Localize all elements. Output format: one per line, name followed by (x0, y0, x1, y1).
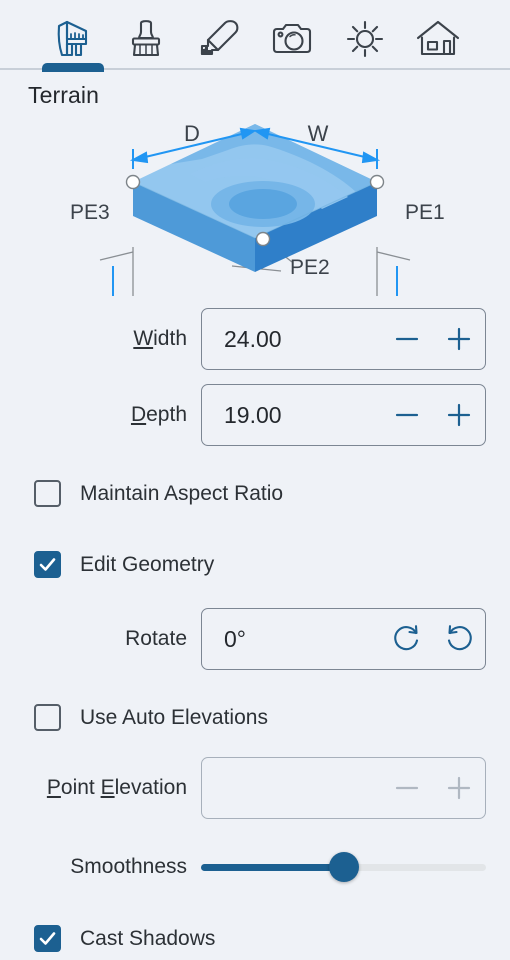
slider-thumb[interactable] (328, 852, 359, 882)
width-value[interactable]: 24.00 (202, 326, 381, 353)
smoothness-slider[interactable] (201, 847, 486, 887)
cast-shadows-checkbox-row[interactable]: Cast Shadows (0, 925, 510, 952)
width-spinbox[interactable]: 24.00 (201, 308, 486, 370)
maintain-aspect-ratio-checkbox[interactable] (34, 480, 61, 507)
rotate-cw-icon (391, 623, 423, 655)
edit-geometry-checkbox[interactable] (34, 551, 61, 578)
depth-decrement-button[interactable] (381, 385, 433, 445)
slider-fill (201, 863, 344, 871)
stamp-icon (125, 19, 167, 59)
cast-shadows-checkbox[interactable] (34, 925, 61, 952)
label-pe2: PE2 (290, 256, 330, 279)
active-tab-indicator (41, 63, 104, 72)
point-elevation-label: Point Elevation (46, 776, 187, 799)
tab-sun[interactable] (328, 8, 401, 70)
label-pe1: PE1 (405, 201, 445, 224)
point-elevation-row: Point Elevation (0, 757, 510, 819)
rotate-counterclockwise-button[interactable] (433, 609, 485, 669)
point-elevation-increment-button (433, 758, 485, 818)
smoothness-label: Smoothness (70, 855, 187, 878)
label-pe3: PE3 (70, 201, 110, 224)
depth-value[interactable]: 19.00 (202, 402, 381, 429)
tab-terrain[interactable] (36, 8, 109, 72)
label-width: W (308, 121, 329, 146)
house-icon (415, 19, 461, 59)
rotate-row: Rotate 0° (0, 608, 510, 670)
label-depth: D (184, 121, 200, 146)
tab-camera[interactable] (255, 8, 328, 70)
rotate-value[interactable]: 0° (202, 626, 381, 653)
rotate-ccw-icon (443, 623, 475, 655)
use-auto-elevations-checkbox-row[interactable]: Use Auto Elevations (0, 704, 510, 731)
width-increment-button[interactable] (433, 309, 485, 369)
width-label: Width (133, 327, 187, 350)
point-elevation-decrement-button (381, 758, 433, 818)
terrain-diagram: D W PE3 PE1 PE2 (0, 111, 510, 296)
depth-label: Depth (130, 403, 187, 426)
rotate-clockwise-button[interactable] (381, 609, 433, 669)
smoothness-row: Smoothness (0, 847, 510, 887)
cast-shadows-label: Cast Shadows (80, 926, 216, 950)
maintain-aspect-ratio-checkbox-row[interactable]: Maintain Aspect Ratio (0, 480, 510, 507)
width-decrement-button[interactable] (381, 309, 433, 369)
tool-tabs-bar (0, 0, 510, 72)
tab-pencil[interactable] (182, 8, 255, 70)
camera-icon (270, 19, 314, 59)
tab-house[interactable] (401, 8, 474, 70)
depth-increment-button[interactable] (433, 385, 485, 445)
terrain-properties-panel: Terrain D W PE3 PE1 PE2 Width 24.00 Dept… (0, 0, 510, 960)
pencil-icon (197, 19, 241, 59)
depth-row: Depth 19.00 (0, 384, 510, 446)
edit-geometry-label: Edit Geometry (80, 552, 215, 576)
width-row: Width 24.00 (0, 308, 510, 370)
caliper-icon (50, 19, 96, 59)
use-auto-elevations-checkbox[interactable] (34, 704, 61, 731)
use-auto-elevations-label: Use Auto Elevations (80, 705, 268, 729)
rotate-label: Rotate (125, 627, 187, 650)
sun-icon (344, 19, 386, 59)
maintain-aspect-ratio-label: Maintain Aspect Ratio (80, 481, 284, 505)
depth-spinbox[interactable]: 19.00 (201, 384, 486, 446)
rotate-spinbox[interactable]: 0° (201, 608, 486, 670)
tab-stamp[interactable] (109, 8, 182, 70)
point-elevation-spinbox (201, 757, 486, 819)
edit-geometry-checkbox-row[interactable]: Edit Geometry (0, 551, 510, 578)
page-title: Terrain (28, 82, 100, 108)
